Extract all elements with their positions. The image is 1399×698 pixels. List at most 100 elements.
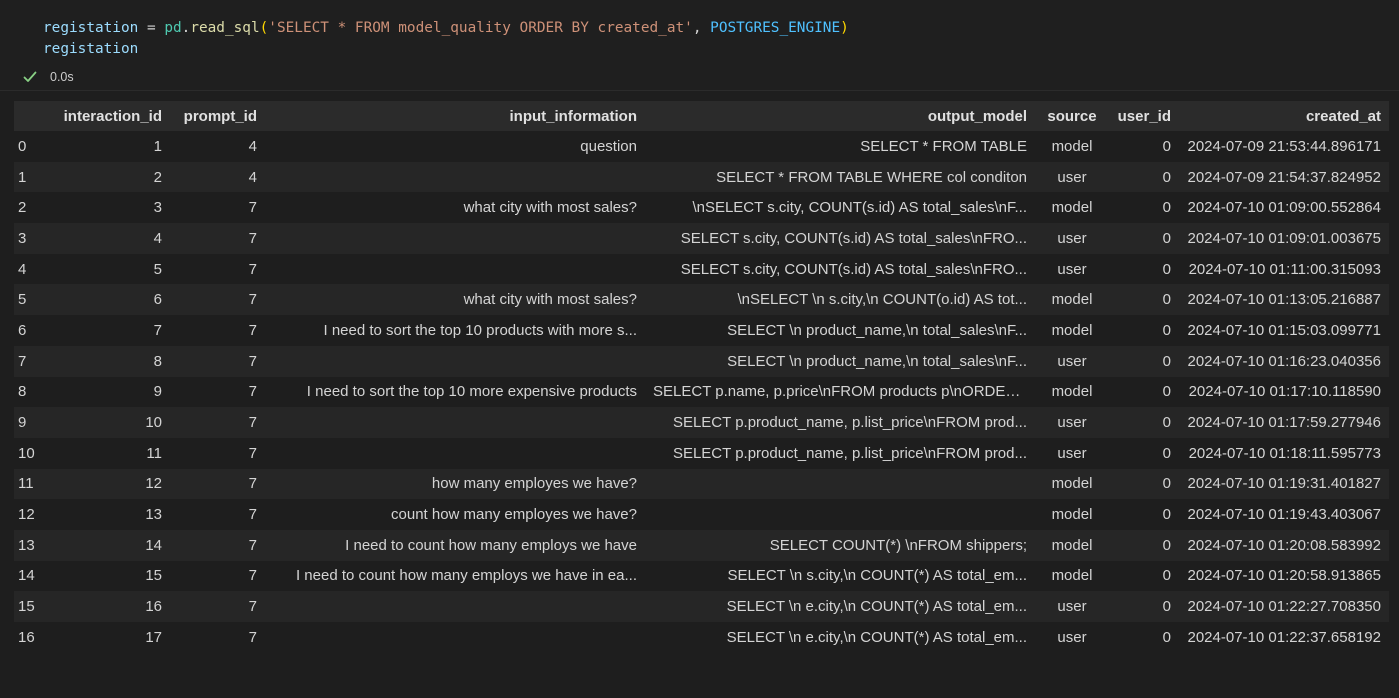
table-cell <box>645 499 1035 530</box>
table-cell: 0 <box>1109 315 1179 346</box>
code-cell[interactable]: registation = pd.read_sql('SELECT * FROM… <box>0 0 1399 91</box>
table-cell: 0 <box>1109 529 1179 561</box>
row-index: 15 <box>14 591 52 622</box>
row-index: 7 <box>14 345 52 377</box>
table-cell: SELECT p.product_name, p.list_price\nFRO… <box>645 407 1035 438</box>
table-cell: 0 <box>1109 591 1179 622</box>
table-cell: 7 <box>170 529 265 561</box>
code-paren-close: ) <box>840 20 849 36</box>
table-cell: 2024-07-09 21:54:37.824952 <box>1179 161 1389 193</box>
table-cell: 3 <box>52 192 170 224</box>
row-index: 14 <box>14 560 52 592</box>
table-cell: 0 <box>1109 192 1179 224</box>
table-row: 16 17 7 SELECT \n e.city,\n COUNT(*) AS tot… <box>14 622 1389 653</box>
row-index: 4 <box>14 253 52 285</box>
table-cell: 0 <box>1109 437 1179 469</box>
table-cell: SELECT \n product_name,\n total_sales\nF… <box>645 345 1035 377</box>
code-constant: POSTGRES_ENGINE <box>710 20 841 36</box>
table-cell: SELECT * FROM TABLE <box>645 131 1035 162</box>
column-header: interaction_id <box>52 101 170 131</box>
table-cell: SELECT * FROM TABLE WHERE col conditon <box>645 161 1035 193</box>
code-string: 'SELECT * FROM model_quality ORDER BY cr… <box>268 20 693 36</box>
table-cell <box>645 468 1035 500</box>
code-module: pd <box>164 20 182 36</box>
table-cell: model <box>1035 499 1109 530</box>
table-cell: model <box>1035 560 1109 592</box>
table-cell: SELECT p.product_name, p.list_price\nFRO… <box>645 437 1035 469</box>
table-cell: 16 <box>52 591 170 622</box>
table-cell: 7 <box>170 499 265 530</box>
check-icon <box>23 71 37 82</box>
row-index: 16 <box>14 622 52 653</box>
table-cell: model <box>1035 284 1109 316</box>
table-cell: user <box>1035 161 1109 193</box>
table-cell: 0 <box>1109 345 1179 377</box>
table-cell: I need to sort the top 10 more expensive… <box>265 376 645 408</box>
table-row: 2 3 7 what city with most sales? \nSELECT s.… <box>14 192 1389 224</box>
table-cell <box>265 591 645 622</box>
table-cell: model <box>1035 131 1109 162</box>
row-index: 0 <box>14 131 52 162</box>
code-function: read_sql <box>190 20 260 36</box>
table-cell: what city with most sales? <box>265 192 645 224</box>
table-row: 677I need to sort the top 10 products wi… <box>14 315 1389 346</box>
table-cell: 10 <box>52 407 170 438</box>
table-row: 11 12 7 how many employes we have? model 0 202… <box>14 468 1389 500</box>
table-cell: 2024-07-10 01:16:23.040356 <box>1179 345 1389 377</box>
table-cell: 1 <box>52 131 170 162</box>
table-cell: 11 <box>52 437 170 469</box>
table-cell: 0 <box>1109 622 1179 653</box>
table-row: 1 2 4 SELECT * FROM TABLE WHERE col condito… <box>14 161 1389 193</box>
table-cell: SELECT s.city, COUNT(s.id) AS total_sale… <box>645 253 1035 285</box>
table-cell: I need to sort the top 10 products with … <box>265 315 645 346</box>
table-cell: 2024-07-10 01:18:11.595773 <box>1179 437 1389 469</box>
table-cell: \nSELECT \n s.city,\n COUNT(o.id) AS tot… <box>645 284 1035 316</box>
table-cell: 2 <box>52 161 170 193</box>
table-cell: 7 <box>170 345 265 377</box>
table-row: 13 14 7 I need to count how many employs we… <box>14 529 1389 561</box>
table-row: 7 8 7 SELECT \n product_name,\n total_sales… <box>14 345 1389 377</box>
table-row: 5 6 7 what city with most sales? \nSELECT \n… <box>14 284 1389 316</box>
table-cell: SELECT p.name, p.price\nFROM products p\… <box>645 376 1035 408</box>
row-index: 13 <box>14 529 52 561</box>
row-index: 3 <box>14 223 52 254</box>
table-cell: I need to count how many employs we have… <box>265 560 645 592</box>
table-cell: 4 <box>170 131 265 162</box>
table-cell: user <box>1035 437 1109 469</box>
table-cell: 0 <box>1109 253 1179 285</box>
table-cell <box>265 253 645 285</box>
table-cell: 13 <box>52 499 170 530</box>
table-cell: 4 <box>170 161 265 193</box>
table-cell: 2024-07-10 01:22:27.708350 <box>1179 591 1389 622</box>
table-cell: user <box>1035 407 1109 438</box>
table-cell: 7 <box>170 284 265 316</box>
table-cell: 2024-07-10 01:19:31.401827 <box>1179 468 1389 500</box>
column-header: input_information <box>265 101 645 131</box>
code-editor[interactable]: registation = pd.read_sql('SELECT * FROM… <box>43 18 849 60</box>
execution-status: 0.0s <box>22 68 74 86</box>
table-cell: 14 <box>52 529 170 561</box>
row-index: 11 <box>14 468 52 500</box>
row-index: 9 <box>14 407 52 438</box>
table-cell: 2024-07-10 01:17:10.118590 <box>1179 376 1389 408</box>
table-cell: user <box>1035 591 1109 622</box>
table-cell: SELECT \n s.city,\n COUNT(*) AS total_em… <box>645 560 1035 592</box>
table-body: 0 1 4 question SELECT * FROM TABLE model 0 2024… <box>14 131 1389 653</box>
table-cell: 2024-07-10 01:20:58.913865 <box>1179 560 1389 592</box>
table-cell <box>265 223 645 254</box>
code-line-1: registation = pd.read_sql('SELECT * FROM… <box>43 20 849 36</box>
row-index: 12 <box>14 499 52 530</box>
table-cell <box>265 345 645 377</box>
table-cell: user <box>1035 253 1109 285</box>
table-cell: user <box>1035 223 1109 254</box>
table-cell <box>265 437 645 469</box>
table-cell: user <box>1035 345 1109 377</box>
column-header: created_at <box>1179 101 1389 131</box>
code-paren-open: ( <box>259 20 269 36</box>
table-header-row: interaction_id prompt_id input_information… <box>14 101 1389 131</box>
dataframe-output: interaction_id prompt_id input_information… <box>14 101 1389 653</box>
table-row: 14 15 7 I need to count how many employs we… <box>14 560 1389 592</box>
table-cell: model <box>1035 468 1109 500</box>
table-cell: what city with most sales? <box>265 284 645 316</box>
table-cell: SELECT \n product_name,\n total_sales\nF… <box>645 315 1035 346</box>
